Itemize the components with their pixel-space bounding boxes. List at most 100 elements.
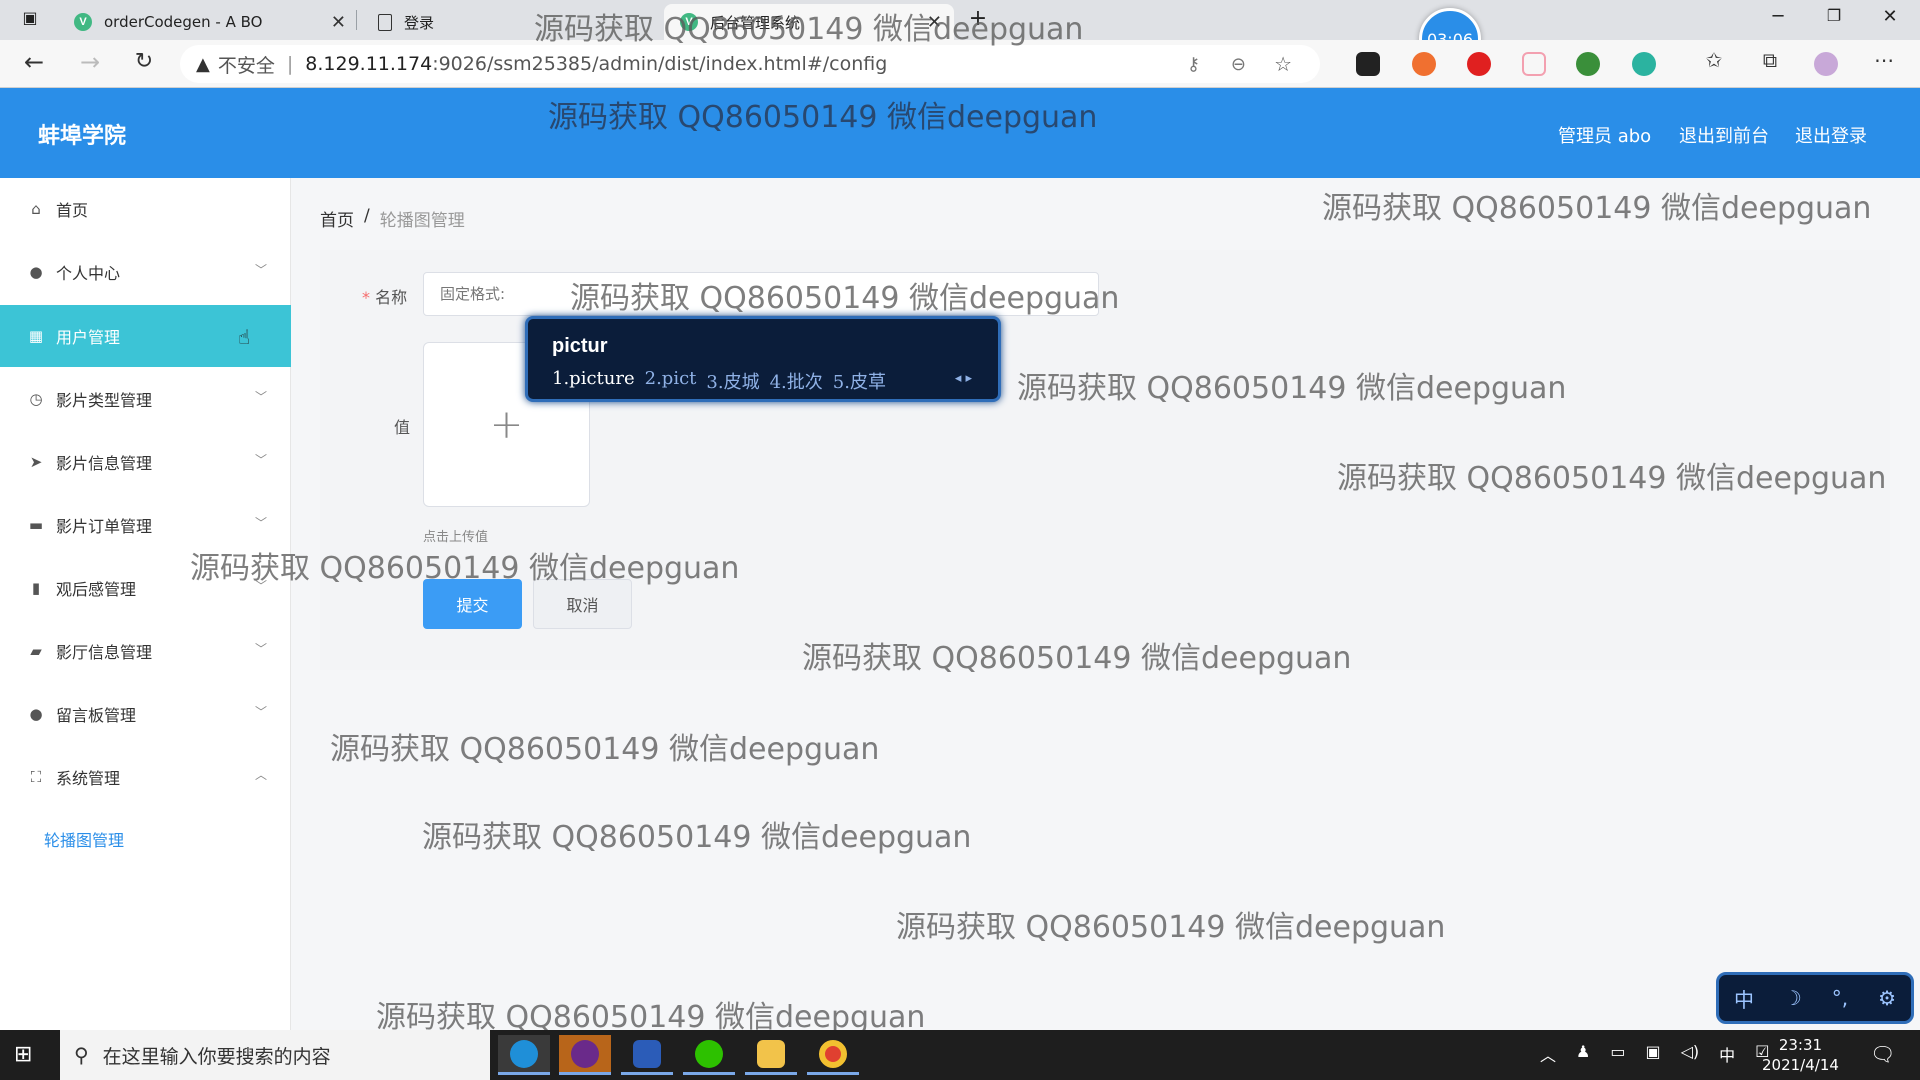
sidebar-item-reviews[interactable]: ▮ 观后感管理 ﹀ bbox=[0, 557, 291, 619]
briefcase-icon: ▬ bbox=[28, 516, 44, 534]
breadcrumb: 首页 / 轮播图管理 bbox=[320, 206, 465, 231]
sidebar-item-label: 观后感管理 bbox=[56, 580, 137, 599]
warning-icon: ▲ bbox=[196, 53, 210, 75]
tray-app-icon[interactable]: ♟ bbox=[1576, 1042, 1590, 1066]
breadcrumb-home[interactable]: 首页 bbox=[320, 206, 354, 231]
chevron-down-icon: ﹀ bbox=[254, 453, 267, 467]
back-button[interactable]: ← bbox=[18, 48, 50, 76]
ime-candidate[interactable]: 1.picture bbox=[552, 368, 635, 394]
windows-start-icon[interactable]: ⊞ bbox=[14, 1042, 32, 1067]
sidebar-item-messages[interactable]: ● 留言板管理 ﹀ bbox=[0, 683, 291, 745]
browser-tab-bar: ▣ V orderCodegen - A BO ✕ 登录 V 后台管理系统 ✕ … bbox=[0, 0, 1920, 40]
sidebar-item-label: 留言板管理 bbox=[56, 706, 137, 725]
app-icon bbox=[571, 1039, 599, 1068]
taskbar: ⊞ ⚲ 在这里输入你要搜索的内容 ︿ ♟ ▭ ▣ ◁) 中 ☑ 23:31 20… bbox=[0, 1030, 1920, 1080]
chrome-app[interactable] bbox=[807, 1035, 859, 1075]
ime-mode-toggle[interactable]: 中 bbox=[1734, 984, 1754, 1013]
extension-icon[interactable] bbox=[1356, 52, 1380, 76]
extension-icon[interactable] bbox=[1467, 52, 1491, 76]
sidebar-item-label: 用户管理 bbox=[56, 328, 121, 347]
ime-candidate[interactable]: 5.皮草 bbox=[833, 368, 886, 394]
battery-icon[interactable]: ▭ bbox=[1610, 1042, 1625, 1066]
zoom-icon[interactable]: ⊖ bbox=[1231, 54, 1246, 75]
address-bar[interactable]: ▲ 不安全 | 8.129.11.174 :9026/ssm25385/admi… bbox=[180, 45, 1320, 83]
notification-icon[interactable]: 🗨 bbox=[1870, 1042, 1895, 1066]
clock[interactable]: 23:31 2021/4/14 bbox=[1762, 1035, 1839, 1075]
sidebar-item-label: 系统管理 bbox=[56, 769, 121, 788]
watermark: 源码获取 QQ86050149 微信deepguan bbox=[422, 820, 972, 855]
chevron-down-icon: ﹀ bbox=[254, 263, 267, 277]
ime-candidate[interactable]: 2.pict bbox=[645, 368, 697, 394]
edge-app[interactable] bbox=[498, 1035, 550, 1075]
extension-icon[interactable] bbox=[1576, 52, 1600, 76]
menu-icon[interactable]: ⋯ bbox=[1868, 48, 1900, 72]
extension-icon[interactable] bbox=[1522, 52, 1546, 76]
moon-icon[interactable]: ☽ bbox=[1784, 986, 1802, 1010]
logout-link[interactable]: 退出登录 bbox=[1795, 122, 1867, 148]
minimize-button[interactable]: ─ bbox=[1758, 6, 1798, 27]
forward-button[interactable]: → bbox=[74, 48, 106, 76]
tab-ordercodegen[interactable]: V orderCodegen - A BO ✕ bbox=[58, 4, 358, 40]
gear-icon[interactable]: ⚙ bbox=[1878, 986, 1896, 1010]
favorites-icon[interactable]: ✩ bbox=[1698, 48, 1730, 72]
game-app[interactable] bbox=[559, 1035, 611, 1075]
ime-pager-icon[interactable]: ◂ ▸ bbox=[955, 371, 972, 386]
taskbar-search[interactable]: ⚲ 在这里输入你要搜索的内容 bbox=[60, 1030, 490, 1080]
volume-icon[interactable]: ◁) bbox=[1681, 1042, 1700, 1066]
sidebar-item-label: 影片订单管理 bbox=[56, 517, 153, 536]
clock-icon: ◷ bbox=[29, 390, 43, 408]
key-icon[interactable]: ⚷ bbox=[1187, 54, 1200, 75]
sidebar-item-personal[interactable]: ● 个人中心 ﹀ bbox=[0, 241, 291, 303]
submit-button[interactable]: 提交 bbox=[423, 579, 522, 629]
ime-candidate[interactable]: 4.批次 bbox=[770, 368, 823, 394]
upload-hint: 点击上传值 bbox=[423, 530, 489, 545]
chevron-up-icon[interactable]: ︿ bbox=[1540, 1042, 1556, 1066]
new-tab-button[interactable]: + bbox=[958, 6, 998, 31]
sidebar-item-orders[interactable]: ▬ 影片订单管理 ﹀ bbox=[0, 494, 291, 556]
close-icon[interactable]: ✕ bbox=[331, 12, 346, 33]
url-path: :9026/ssm25385/admin/dist/index.html#/co… bbox=[432, 53, 888, 75]
tab-login[interactable]: 登录 bbox=[362, 4, 662, 40]
sidebar-item-label: 影片信息管理 bbox=[56, 454, 153, 473]
window-close-button[interactable]: ✕ bbox=[1870, 6, 1910, 27]
chevron-down-icon: ﹀ bbox=[254, 390, 267, 404]
sidebar-item-home[interactable]: ⌂ 首页 bbox=[0, 178, 291, 240]
search-icon: ⚲ bbox=[74, 1043, 89, 1067]
wechat-app[interactable] bbox=[683, 1035, 735, 1075]
sidebar-item-label: 个人中心 bbox=[56, 264, 121, 283]
word-app[interactable] bbox=[621, 1035, 673, 1075]
tab-admin[interactable]: V 后台管理系统 ✕ bbox=[664, 4, 954, 40]
sidebar-item-movie-info[interactable]: ➤ 影片信息管理 ﹀ bbox=[0, 431, 291, 493]
address-row: ← → ↻ ▲ 不安全 | 8.129.11.174 :9026/ssm2538… bbox=[0, 40, 1920, 88]
extension-icon[interactable] bbox=[1632, 52, 1656, 76]
sidebar-item-label: 影片类型管理 bbox=[56, 391, 153, 410]
restore-button[interactable]: ❐ bbox=[1814, 6, 1854, 25]
favorite-star-icon[interactable]: ☆ bbox=[1274, 52, 1292, 76]
network-icon[interactable]: ▣ bbox=[1645, 1042, 1660, 1066]
cancel-button[interactable]: 取消 bbox=[533, 579, 632, 629]
home-icon: ⌂ bbox=[31, 200, 41, 218]
collections-icon[interactable]: ⧉ bbox=[1754, 48, 1786, 72]
tab-title: orderCodegen - A BO bbox=[104, 13, 263, 31]
admin-label: 管理员 abo bbox=[1558, 126, 1652, 147]
sidebar-item-halls[interactable]: ▰ 影厅信息管理 ﹀ bbox=[0, 620, 291, 682]
sidebar-item-label: 影厅信息管理 bbox=[56, 643, 153, 662]
punctuation-icon[interactable]: °, bbox=[1832, 986, 1848, 1010]
reload-button[interactable]: ↻ bbox=[128, 49, 160, 74]
sidebar-subitem-carousel[interactable]: 轮播图管理 bbox=[44, 827, 124, 851]
table-icon: ▦ bbox=[28, 327, 44, 345]
ime-indicator[interactable]: 中 bbox=[1719, 1042, 1735, 1066]
back-to-front-link[interactable]: 退出到前台 bbox=[1679, 122, 1769, 148]
value-label: 值 bbox=[394, 418, 411, 437]
sidebar-item-users[interactable]: ▦ 用户管理 ☝ bbox=[0, 305, 291, 367]
name-input[interactable]: 固定格式: bbox=[423, 272, 1099, 316]
sidebar-item-movie-types[interactable]: ◷ 影片类型管理 ﹀ bbox=[0, 368, 291, 430]
ime-candidate[interactable]: 3.皮城 bbox=[706, 368, 759, 394]
extension-icon[interactable] bbox=[1412, 52, 1436, 76]
name-label: * 名称 bbox=[362, 288, 408, 307]
tab-actions-icon[interactable]: ▣ bbox=[10, 8, 50, 27]
profile-avatar[interactable] bbox=[1814, 52, 1838, 76]
sidebar-item-system[interactable]: ⛶ 系统管理 ︿ bbox=[0, 746, 291, 808]
close-icon[interactable]: ✕ bbox=[927, 12, 942, 33]
explorer-app[interactable] bbox=[745, 1035, 797, 1075]
